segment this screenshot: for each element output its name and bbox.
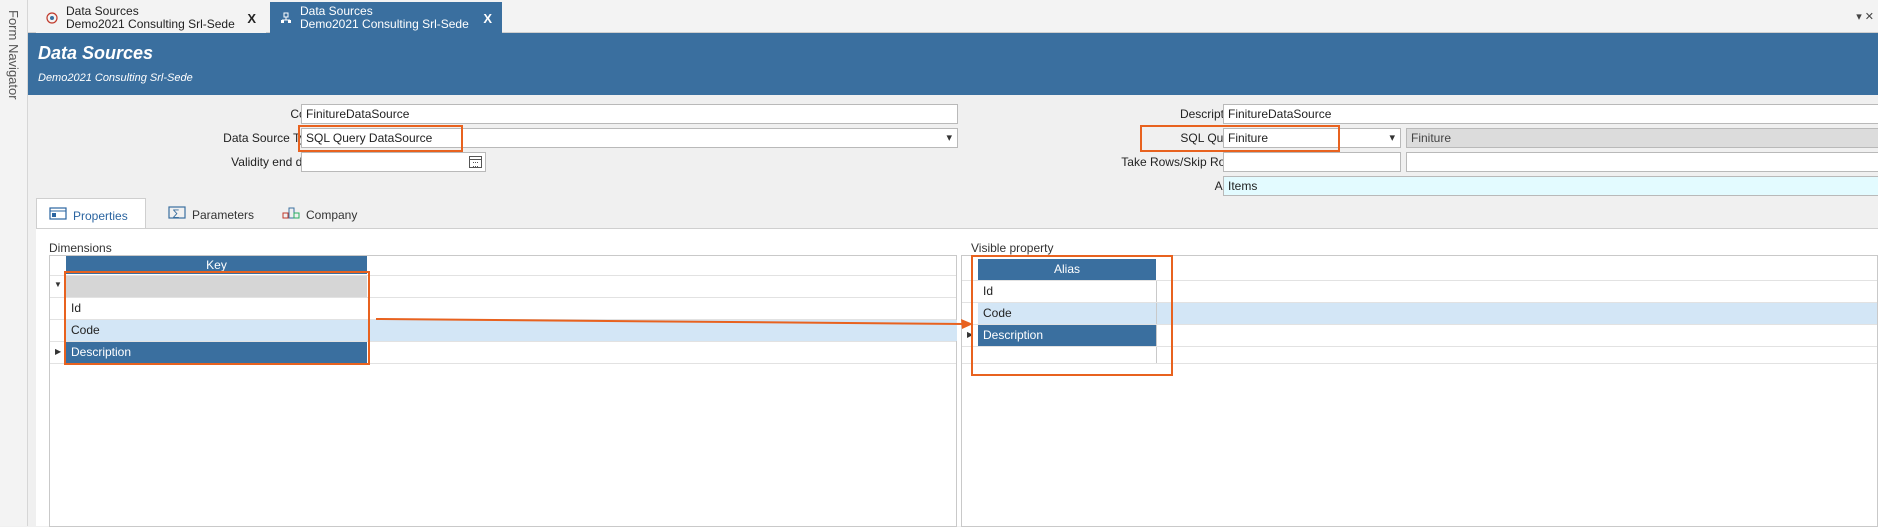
list-item[interactable]: Description (978, 325, 1156, 346)
filter-row[interactable] (66, 276, 367, 297)
tab-overflow-menu[interactable]: ▾ ✕ (1856, 10, 1874, 23)
tab-properties-label: Properties (73, 209, 128, 223)
document-tab-1[interactable]: Data Sources Demo2021 Consulting Srl-Sed… (36, 2, 266, 33)
validity-end-date-field[interactable] (301, 152, 486, 172)
company-icon (282, 207, 300, 219)
page-subtitle: Demo2021 Consulting Srl-Sede (38, 72, 193, 84)
tab-properties[interactable]: Properties (36, 198, 146, 228)
properties-panel: Dimensions Key ▼ Id Code ▶ Description V… (36, 228, 1878, 527)
properties-tab-bar: Properties ∑ Parameters Company (36, 198, 1878, 228)
sql-query-dropdown[interactable]: Finiture (1223, 128, 1401, 148)
tab-title: Data Sources (300, 4, 373, 18)
list-item[interactable]: Description (66, 342, 367, 363)
tab-subtitle: Demo2021 Consulting Srl-Sede (300, 17, 469, 31)
calendar-icon[interactable] (469, 156, 482, 168)
tab-parameters[interactable]: ∑ Parameters (156, 198, 266, 228)
data-source-type-dropdown[interactable]: SQL Query DataSource (301, 128, 958, 148)
skip-rows-field[interactable] (1406, 152, 1878, 172)
list-item[interactable]: Id (66, 298, 367, 319)
tab-company[interactable]: Company (270, 198, 380, 228)
mapping-arrow-icon (376, 318, 973, 329)
filter-icon[interactable]: ▼ (54, 280, 62, 289)
list-item[interactable]: Code (978, 303, 1156, 324)
list-item[interactable]: Code (66, 320, 367, 341)
tab-subtitle: Demo2021 Consulting Srl-Sede (66, 17, 235, 31)
dimensions-grid[interactable]: Key ▼ Id Code ▶ Description (49, 255, 957, 527)
data-source-form: Code FinitureDataSource Data Source Type… (28, 95, 1878, 196)
tab-company-label: Company (306, 208, 358, 222)
parameters-icon: ∑ (168, 206, 186, 219)
alias-column-header[interactable]: Alias (978, 259, 1156, 280)
description-field[interactable]: FinitureDataSource (1223, 104, 1878, 124)
code-field[interactable]: FinitureDataSource (301, 104, 958, 124)
row-indicator-icon: ▶ (55, 347, 62, 356)
document-tab-2[interactable]: Data Sources Demo2021 Consulting Srl-Sed… (270, 2, 502, 33)
data-source-icon (46, 12, 58, 24)
tab-title: Data Sources (66, 4, 139, 18)
sql-query-description-field: Finiture (1406, 128, 1878, 148)
data-source-icon (281, 12, 291, 23)
page-title: Data Sources (38, 43, 154, 63)
key-column-header[interactable]: Key (66, 256, 367, 274)
list-item[interactable]: Id (978, 281, 1156, 302)
visible-property-title: Visible property (971, 241, 1054, 255)
tab-parameters-label: Parameters (192, 208, 255, 222)
take-rows-field[interactable] (1223, 152, 1401, 172)
form-navigator-panel[interactable]: Form Navigator (0, 0, 28, 526)
properties-icon (49, 207, 67, 220)
svg-text:∑: ∑ (173, 209, 179, 219)
dimensions-title: Dimensions (49, 241, 112, 255)
area-field[interactable]: Items (1223, 176, 1878, 196)
close-icon[interactable]: X (483, 12, 492, 25)
close-icon[interactable]: X (247, 12, 256, 25)
visible-property-grid[interactable]: Alias Id Code ▶ Description (961, 255, 1878, 527)
form-navigator-label[interactable]: Form Navigator (6, 10, 21, 100)
document-tab-strip: Data Sources Demo2021 Consulting Srl-Sed… (28, 0, 1878, 33)
page-header: Data Sources Demo2021 Consulting Srl-Sed… (28, 33, 1878, 95)
